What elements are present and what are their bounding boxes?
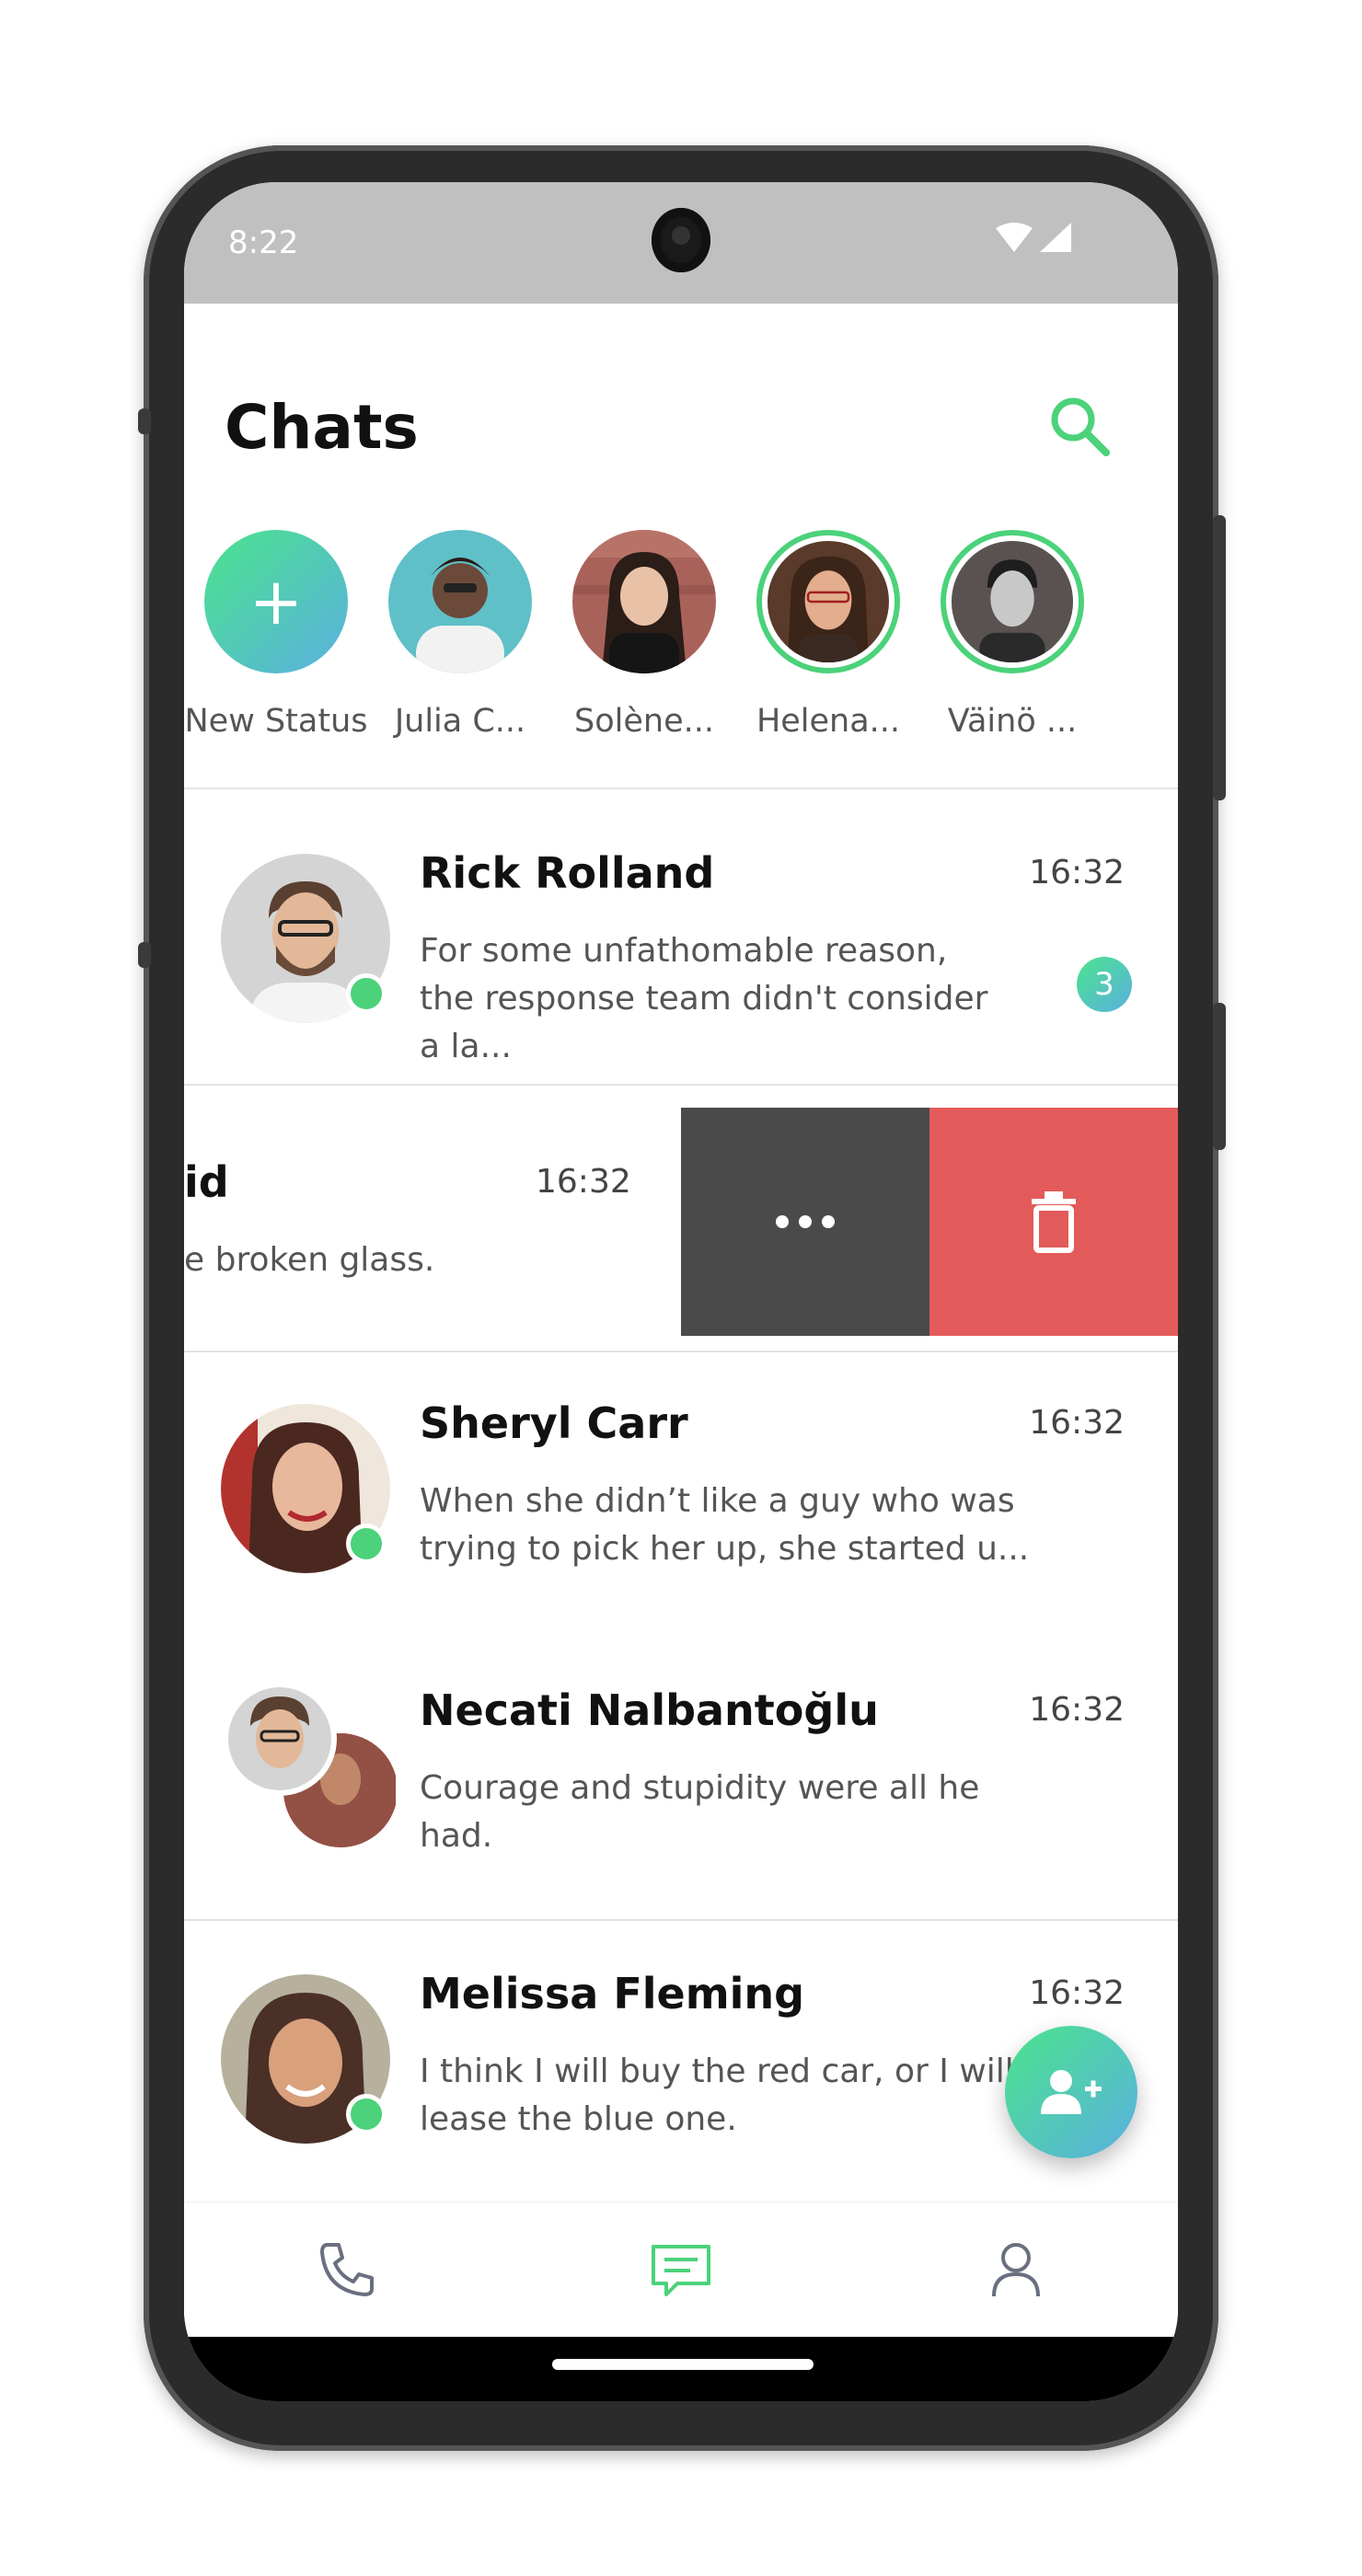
add-user-icon — [1041, 2070, 1102, 2114]
profile-icon[interactable] — [979, 2234, 1053, 2307]
chat-name: Rick Rolland — [420, 848, 715, 898]
front-camera — [652, 208, 710, 272]
chat-time: 16:32 — [1029, 854, 1125, 891]
chat-preview: I think I will buy the red car, or I wil… — [420, 2053, 1014, 2138]
status-item[interactable]: Solène... — [552, 530, 736, 788]
chat-name: Sheryl Carr — [420, 1398, 688, 1448]
status-item[interactable]: Julia C... — [368, 530, 552, 788]
gesture-area — [184, 2337, 1178, 2401]
online-indicator — [346, 2094, 387, 2134]
status-name: New Status — [184, 703, 368, 740]
volume-button — [1213, 1003, 1226, 1150]
add-contact-button[interactable] — [1005, 2026, 1137, 2158]
side-button-left — [138, 408, 151, 434]
status-name: Helena... — [756, 703, 901, 740]
divider — [184, 788, 1178, 789]
status-item[interactable]: Väinö ... — [920, 530, 1104, 788]
chat-preview: For some unfathomable reason, the respon… — [420, 932, 988, 1065]
chat-preview: e broken glass. — [184, 1241, 435, 1279]
status-avatar-ring[interactable] — [572, 530, 716, 679]
delete-button[interactable] — [929, 1108, 1178, 1336]
bottom-nav — [184, 2202, 1178, 2337]
page-title: Chats — [225, 392, 419, 463]
signal-wifi-icons — [996, 223, 1071, 252]
chat-time: 16:32 — [1029, 1404, 1125, 1442]
trash-icon — [1032, 1191, 1076, 1253]
chat-time: 16:32 — [536, 1163, 631, 1201]
avatar — [572, 530, 716, 679]
status-bar: 8:22 — [184, 182, 1178, 304]
status-name: Julia C... — [394, 703, 526, 740]
chat-row[interactable]: Necati Nalbantoğlu 16:32 Courage and stu… — [184, 1628, 1178, 1892]
online-indicator — [346, 1524, 387, 1564]
power-button — [1213, 515, 1226, 800]
chat-time: 16:32 — [1029, 1974, 1125, 2012]
chat-name: id — [184, 1157, 229, 1207]
status-time: 8:22 — [228, 224, 299, 261]
phone-icon[interactable] — [309, 2234, 383, 2307]
chat-row-swiped[interactable]: id 16:32 e broken glass. — [184, 1108, 1178, 1336]
chat-row[interactable]: Rick Rolland 16:32 For some unfathomable… — [184, 791, 1178, 1065]
chat-time: 16:32 — [1029, 1691, 1125, 1729]
screen: 8:22 Chats + New Status Julia C... Solèn… — [184, 182, 1178, 2401]
status-avatar-ring[interactable] — [388, 530, 532, 681]
wifi-icon — [996, 223, 1033, 252]
status-strip: + New Status Julia C... Solène... Helena… — [184, 530, 1178, 806]
divider — [184, 1084, 1178, 1086]
avatar — [768, 541, 889, 666]
new-status-button[interactable]: + — [204, 530, 348, 673]
chat-name: Necati Nalbantoğlu — [420, 1685, 879, 1735]
more-button[interactable] — [681, 1108, 929, 1336]
status-name: Solène... — [574, 703, 714, 740]
avatar — [952, 541, 1073, 668]
status-name: Väinö ... — [947, 703, 1078, 740]
cellular-signal-icon — [1040, 223, 1071, 252]
plus-icon: + — [204, 530, 348, 673]
search-icon[interactable] — [1045, 392, 1115, 462]
online-indicator — [346, 973, 387, 1014]
status-avatar-ring[interactable] — [941, 530, 1084, 673]
status-avatar-ring[interactable] — [756, 530, 900, 673]
chat-icon[interactable] — [644, 2234, 718, 2307]
side-button-left-2 — [138, 942, 151, 968]
chat-preview: Courage and stupidity were all he had. — [420, 1769, 980, 1855]
chat-preview: When she didn’t like a guy who was tryin… — [420, 1482, 1030, 1568]
avatar — [388, 530, 532, 681]
status-item[interactable]: Helena... — [736, 530, 920, 788]
chat-name: Melissa Fleming — [420, 1969, 805, 2018]
unread-badge: 3 — [1077, 957, 1132, 1012]
chat-row[interactable]: Sheryl Carr 16:32 When she didn’t like a… — [184, 1341, 1178, 1604]
group-avatar — [223, 1682, 396, 1847]
home-indicator[interactable] — [552, 2359, 814, 2370]
status-item-new[interactable]: + New Status — [184, 530, 368, 788]
more-horizontal-icon — [776, 1215, 835, 1228]
